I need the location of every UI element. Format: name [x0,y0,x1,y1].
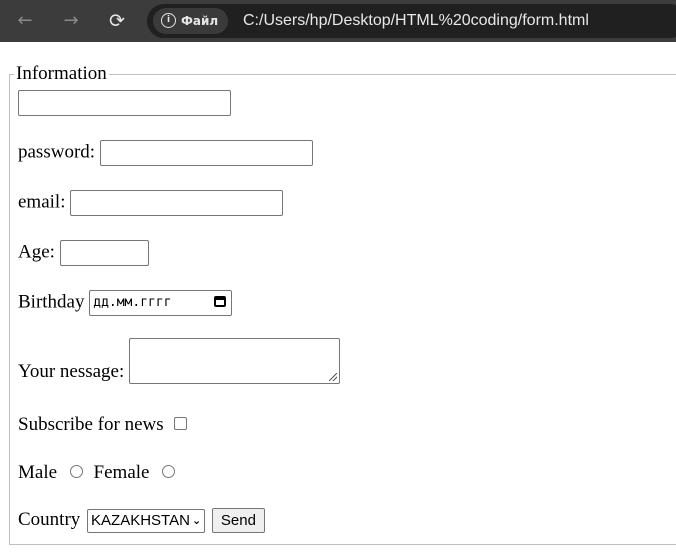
reload-icon[interactable]: ⟳ [106,10,128,32]
birthday-label: Birthday [18,291,85,313]
info-icon: i [161,13,176,28]
birthday-placeholder: дд.мм.гггг [93,295,172,310]
country-label: Country [18,509,81,530]
subscribe-checkbox[interactable] [174,417,188,431]
password-input[interactable] [99,140,313,166]
site-chip-label: Файл [181,14,219,28]
age-label: Age: [18,241,55,263]
subscribe-row: Subscribe for news [18,413,188,437]
country-row: Country KAZAKHSTAN ⌄ Send [18,508,265,534]
send-button[interactable]: Send [211,508,265,534]
message-label: Your nessage: [18,361,125,382]
fieldset-legend: Information [16,63,107,84]
back-arrow-icon[interactable]: ← [14,10,36,32]
email-row: email: [18,190,284,216]
forward-arrow-icon[interactable]: → [60,10,82,32]
chevron-down-icon: ⌄ [191,513,202,527]
site-info-chip[interactable]: i Файл [153,8,229,34]
female-radio[interactable] [162,465,176,479]
name-row [18,90,231,116]
male-label: Male [18,462,58,483]
email-label: email: [18,191,66,213]
birthday-date-input[interactable]: дд.мм.гггг [89,290,233,316]
gender-row: Male Female [18,461,181,485]
country-selected-value: KAZAKHSTAN [91,511,190,529]
female-label: Female [93,462,150,483]
browser-toolbar: ← → ⟳ i Файл C:/Users/hp/Desktop/HTML%20c… [0,0,676,42]
message-textarea[interactable] [129,338,341,384]
email-input[interactable] [70,190,284,216]
country-select[interactable]: KAZAKHSTAN ⌄ [87,508,206,533]
message-row: Your nessage: [18,338,341,384]
male-radio[interactable] [69,465,83,479]
name-input[interactable] [18,90,231,116]
address-bar[interactable]: i Файл C:/Users/hp/Desktop/HTML%20coding/… [147,4,676,38]
resize-handle-icon[interactable] [329,373,338,381]
calendar-icon[interactable] [214,296,227,307]
url-text[interactable]: C:/Users/hp/Desktop/HTML%20coding/form.h… [243,4,589,38]
age-row: Age: [18,240,149,266]
subscribe-label: Subscribe for news [18,414,164,435]
password-label: password: [18,141,96,163]
age-input[interactable] [59,240,149,266]
password-row: password: [18,140,313,166]
birthday-row: Birthday дд.мм.гггг [18,290,233,316]
